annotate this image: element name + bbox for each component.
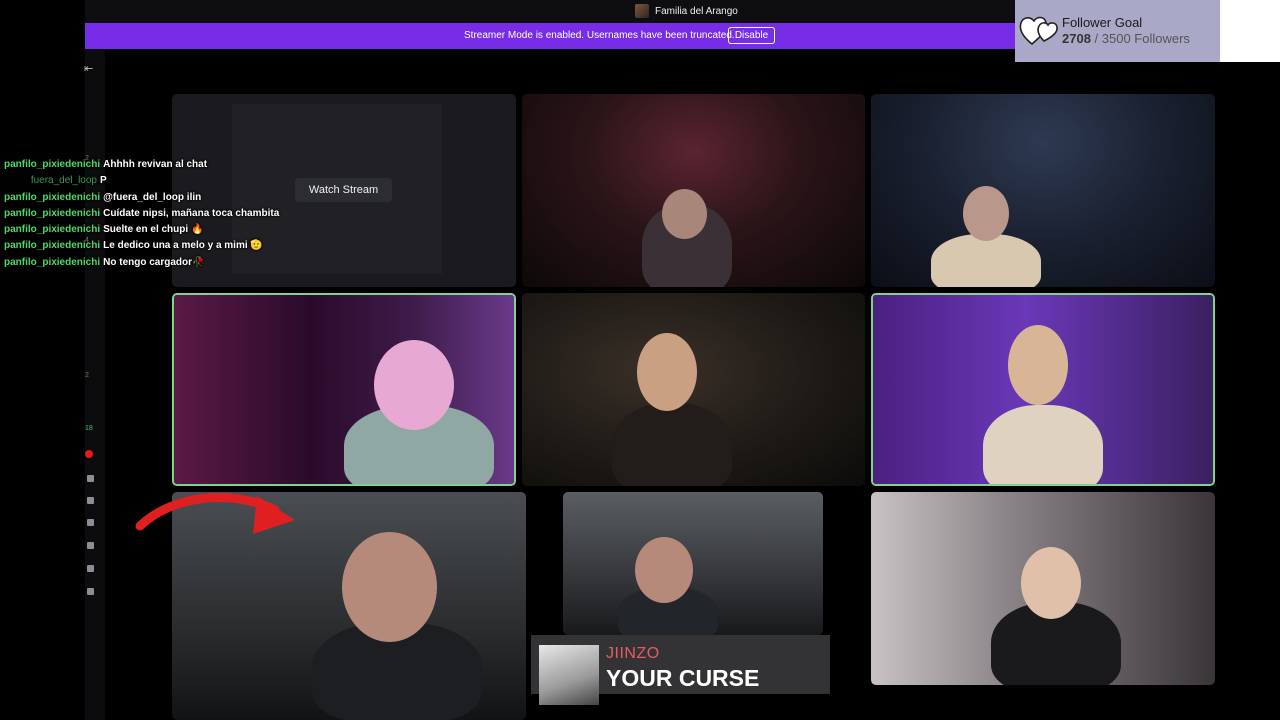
- chat-text: No tengo cargador🥀: [103, 256, 205, 268]
- rail-channel-icon[interactable]: [87, 565, 94, 572]
- now-playing-widget: JIINZO YOUR CURSE: [531, 635, 830, 705]
- now-playing-song: YOUR CURSE: [606, 665, 760, 691]
- chat-overlay: panfilo_pixiedenichi Ahhhh revivan al cha…: [4, 159, 334, 273]
- chat-message: panfilo_pixiedenichi Ahhhh revivan al cha…: [4, 159, 334, 175]
- now-playing-artist: JIINZO: [606, 645, 660, 662]
- heart-icon: [1019, 16, 1058, 46]
- follower-goal-count: 2708 / 3500 Followers: [1062, 31, 1190, 46]
- follower-goal-target: 3500 Followers: [1101, 31, 1190, 46]
- webcam-feed: [174, 295, 514, 484]
- participant-video-tile[interactable]: [522, 293, 865, 486]
- follower-goal-separator: /: [1090, 31, 1102, 46]
- chat-message: panfilo_pixiedenichi Cuídate nipsi, mañan…: [4, 208, 334, 224]
- follower-goal-widget: Follower Goal 2708 / 3500 Followers: [1015, 0, 1220, 62]
- red-arrow-icon: [135, 493, 295, 534]
- streamer-mode-text: Streamer Mode is enabled. Usernames have…: [464, 30, 735, 41]
- chat-username[interactable]: panfilo_pixiedenichi: [4, 192, 100, 203]
- chat-message: panfilo_pixiedenichi @fuera_del_loop ilin: [4, 192, 334, 208]
- rail-channel-icon[interactable]: [87, 519, 94, 526]
- chat-text: P: [100, 175, 107, 187]
- rail-channel-icon[interactable]: [87, 542, 94, 549]
- chat-text: Cuídate nipsi, mañana toca chambita: [103, 207, 280, 219]
- chat-message: fuera_del_loop P: [4, 175, 334, 191]
- rail-count: 2: [85, 372, 89, 379]
- album-cover: [539, 645, 599, 705]
- participant-video-tile[interactable]: [522, 94, 865, 287]
- collapse-arrow-icon[interactable]: ⇤: [84, 62, 93, 75]
- webcam-feed: [522, 94, 865, 287]
- disable-streamer-mode-button[interactable]: Disable: [728, 27, 775, 44]
- webcam-feed: [871, 94, 1215, 287]
- rail-channel-icon[interactable]: [87, 588, 94, 595]
- chat-username[interactable]: panfilo_pixiedenichi: [4, 159, 100, 170]
- webcam-feed: [522, 293, 865, 486]
- participant-video-tile[interactable]: [871, 492, 1215, 685]
- participant-video-tile[interactable]: [871, 94, 1215, 287]
- webcam-feed: [873, 295, 1213, 484]
- chat-text: Suelte en el chupi 🔥: [103, 224, 204, 236]
- webcam-feed: [563, 492, 823, 635]
- channel-title-text: Familia del Arango: [655, 5, 738, 17]
- chat-text: Le dedico una a melo y a mimi 🫡: [103, 240, 263, 252]
- side-nav-rail: [85, 0, 105, 720]
- chat-message: panfilo_pixiedenichi No tengo cargador🥀: [4, 257, 334, 273]
- chat-username[interactable]: panfilo_pixiedenichi: [4, 224, 100, 235]
- rail-channel-icon[interactable]: [87, 475, 94, 482]
- follower-goal-title: Follower Goal: [1062, 15, 1143, 30]
- webcam-feed: [871, 492, 1215, 685]
- rail-channel-icon[interactable]: [87, 497, 94, 504]
- chat-username[interactable]: panfilo_pixiedenichi: [4, 257, 100, 268]
- chat-text: Ahhhh revivan al chat: [103, 159, 208, 170]
- participant-video-tile-speaking[interactable]: [172, 293, 516, 486]
- follower-goal-current: 2708: [1062, 31, 1091, 46]
- rail-viewer-count: 18: [85, 425, 93, 432]
- live-dot-icon: [85, 450, 93, 458]
- chat-username[interactable]: panfilo_pixiedenichi: [4, 240, 100, 251]
- participant-video-tile-speaking[interactable]: [871, 293, 1215, 486]
- channel-avatar: [635, 4, 649, 18]
- chat-message: panfilo_pixiedenichi Le dedico una a melo…: [4, 240, 334, 256]
- channel-title[interactable]: Familia del Arango: [635, 4, 738, 18]
- chat-username[interactable]: panfilo_pixiedenichi: [4, 208, 100, 219]
- participant-video-tile[interactable]: [563, 492, 823, 635]
- chat-message: panfilo_pixiedenichi Suelte en el chupi 🔥: [4, 224, 334, 240]
- overlay-white-block: [1220, 0, 1280, 62]
- chat-username[interactable]: fuera_del_loop: [4, 175, 97, 186]
- chat-text: @fuera_del_loop ilin: [103, 191, 202, 203]
